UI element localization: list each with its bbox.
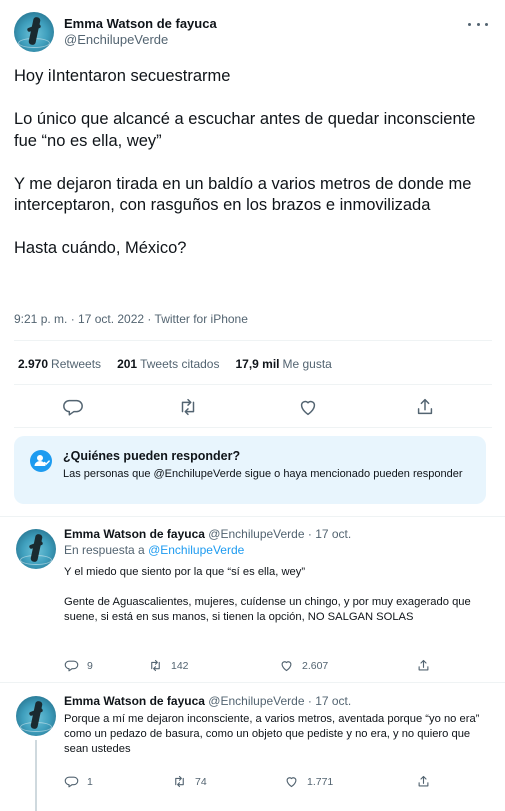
tweet-paragraph: Lo único que alcancé a escuchar antes de… <box>14 110 476 150</box>
reply-icon <box>64 776 79 788</box>
author-name[interactable]: Emma Watson de fayuca <box>64 16 217 31</box>
heart-icon <box>281 661 292 672</box>
reply-restriction-box: ¿Quiénes pueden responder? Las personas … <box>14 436 486 504</box>
heart-icon[interactable] <box>297 396 319 418</box>
retweet-icon <box>151 659 160 672</box>
reply-tweet[interactable]: Emma Watson de fayuca @EnchilupeVerde · … <box>14 527 494 677</box>
reply-restriction-description: Las personas que @EnchilupeVerde sigue o… <box>63 468 463 480</box>
author-handle-date[interactable]: @EnchilupeVerde · 17 oct. <box>208 527 351 541</box>
tweet-paragraph: Hasta cuándo, México? <box>14 239 187 257</box>
reply-tweet[interactable]: Emma Watson de fayuca @EnchilupeVerde · … <box>14 694 494 811</box>
reply-header: Emma Watson de fayuca @EnchilupeVerde · … <box>64 694 351 708</box>
divider <box>14 427 492 428</box>
share-icon[interactable] <box>416 774 431 789</box>
reply-text: Porque a mí me dejaron inconsciente, a v… <box>64 713 480 755</box>
author-name[interactable]: Emma Watson de fayuca <box>64 527 205 541</box>
like-button[interactable]: 1.771 <box>284 774 333 789</box>
avatar[interactable] <box>16 696 56 736</box>
reply-text: Y el miedo que siento por la que “sí es … <box>64 566 471 623</box>
reply-icon[interactable] <box>62 396 84 418</box>
more-icon[interactable] <box>468 16 488 32</box>
tweet-stats: 2.970 Retweets 201 Tweets citados 17,9 mil… <box>18 357 332 371</box>
reply-context: En respuesta a @EnchilupeVerde <box>64 543 245 557</box>
retweet-button[interactable]: 142 <box>148 658 189 673</box>
reply-button[interactable]: 1 <box>64 774 93 789</box>
tweet-paragraph: Hoy iIntentaron secuestrarme <box>14 67 231 85</box>
likes-stat[interactable]: 17,9 mil Me gusta <box>235 357 331 371</box>
avatar[interactable] <box>16 529 56 569</box>
quotes-stat[interactable]: 201 Tweets citados <box>117 357 219 371</box>
retweet-icon <box>175 775 184 788</box>
divider <box>14 340 492 341</box>
reply-to-link[interactable]: @EnchilupeVerde <box>148 543 244 557</box>
share-icon[interactable] <box>414 396 436 418</box>
reply-header: Emma Watson de fayuca @EnchilupeVerde · … <box>64 527 351 541</box>
retweet-button[interactable]: 74 <box>172 774 207 789</box>
reply-restriction-title: ¿Quiénes pueden responder? <box>63 449 241 463</box>
divider <box>0 682 505 683</box>
author-handle[interactable]: @EnchilupeVerde <box>64 32 168 47</box>
like-button[interactable]: 2.607 <box>279 658 328 673</box>
divider <box>0 516 505 517</box>
user-check-icon <box>30 450 52 472</box>
thread-line <box>35 740 37 811</box>
author-handle-date[interactable]: @EnchilupeVerde · 17 oct. <box>208 694 351 708</box>
avatar[interactable] <box>14 12 54 52</box>
tweet-header: Emma Watson de fayuca @EnchilupeVerde <box>14 12 492 56</box>
author-name[interactable]: Emma Watson de fayuca <box>64 694 205 708</box>
retweet-icon[interactable] <box>177 396 199 418</box>
tweet-text: Hoy iIntentaron secuestrarme Lo único qu… <box>14 66 494 260</box>
tweet-paragraph: Y me dejaron tirada en un baldío a vario… <box>14 174 472 215</box>
reply-actions: 1 74 1.771 <box>64 774 434 792</box>
tweet-actions <box>14 392 492 422</box>
heart-icon <box>286 777 297 788</box>
reply-icon <box>64 660 79 672</box>
reply-button[interactable]: 9 <box>64 658 93 673</box>
tweet-timestamp[interactable]: 9:21 p. m. · 17 oct. 2022 · Twitter for … <box>14 312 248 326</box>
share-icon[interactable] <box>416 658 431 673</box>
retweets-stat[interactable]: 2.970 Retweets <box>18 357 101 371</box>
reply-actions: 9 142 2.607 <box>64 658 434 676</box>
divider <box>14 384 492 385</box>
